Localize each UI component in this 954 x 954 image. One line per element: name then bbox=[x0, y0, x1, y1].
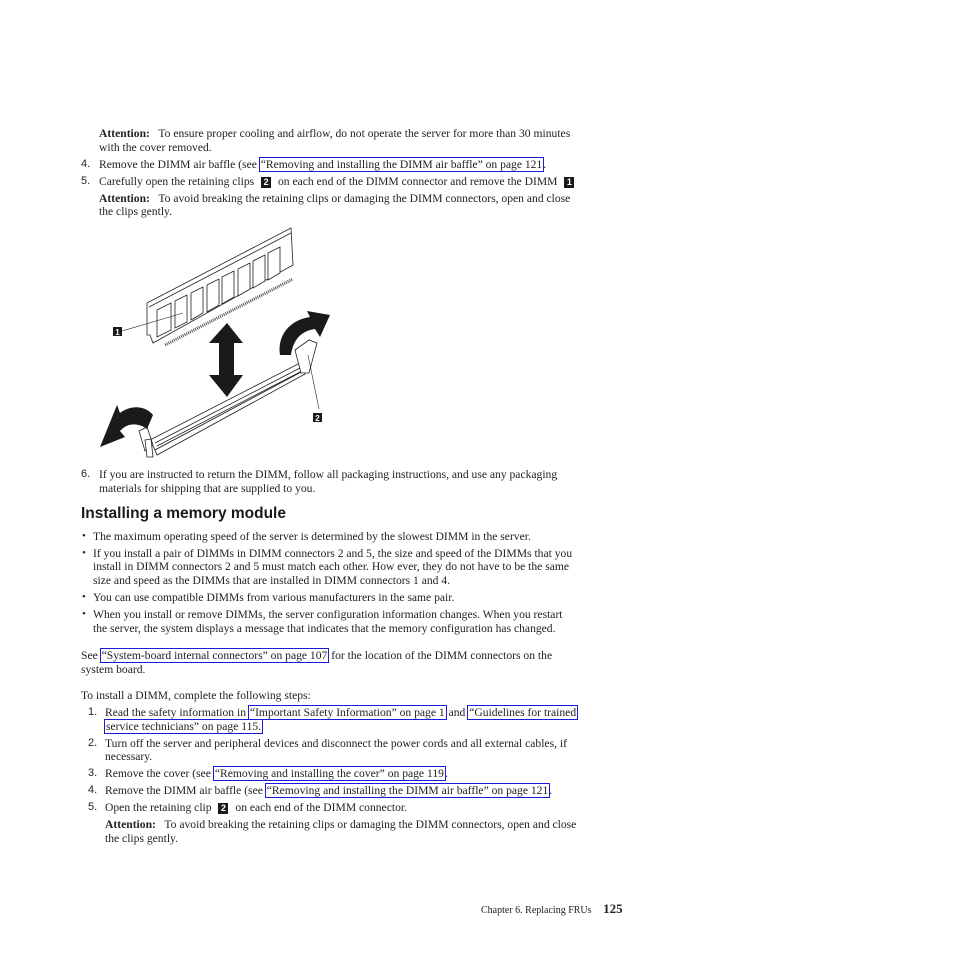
step-text: Remove the DIMM air baffle (see bbox=[99, 158, 260, 171]
attention-note: Attention: To avoid breaking the retaini… bbox=[99, 192, 570, 206]
install-step-1-cont: service technicians” on page 115. bbox=[104, 719, 264, 734]
see-text-end: for the location of the DIMM connectors … bbox=[328, 649, 553, 662]
install-step-1: Read the safety information in “Importan… bbox=[105, 705, 579, 720]
step-number: 4. bbox=[88, 784, 98, 796]
figure-callout-1: 1 bbox=[115, 328, 120, 337]
step-text: and bbox=[445, 706, 469, 719]
link-dimm-air-baffle[interactable]: “Removing and installing the DIMM air ba… bbox=[258, 157, 545, 172]
step-text-end: . bbox=[444, 767, 448, 780]
step-text: Carefully open the retaining clips bbox=[99, 175, 255, 188]
step-text: on each end of the DIMM connector and re… bbox=[278, 175, 558, 188]
step-text: on each end of the DIMM connector. bbox=[235, 801, 407, 814]
bullet-icon: • bbox=[82, 591, 86, 603]
step-number: 3. bbox=[88, 767, 98, 779]
bullet-item: You can use compatible DIMMs from variou… bbox=[93, 591, 455, 604]
attention-text-cont: with the cover removed. bbox=[99, 141, 212, 154]
see-paragraph: See “System-board internal connectors” o… bbox=[81, 648, 553, 663]
link-removing-cover[interactable]: “Removing and installing the cover” on p… bbox=[212, 766, 446, 781]
bullet-icon: • bbox=[82, 547, 86, 559]
bullet-icon: • bbox=[82, 530, 86, 542]
install-step-2: Turn off the server and peripheral devic… bbox=[105, 737, 567, 750]
section-title: Installing a memory module bbox=[81, 505, 286, 522]
step-6-line1: If you are instructed to return the DIMM… bbox=[99, 468, 558, 481]
link-guidelines-trained-technicians[interactable]: “Guidelines for trained bbox=[467, 705, 579, 720]
link-system-board-connectors[interactable]: “System-board internal connectors” on pa… bbox=[99, 648, 330, 663]
page-number: 125 bbox=[603, 901, 623, 916]
install-step-3: Remove the cover (see “Removing and inst… bbox=[105, 766, 448, 781]
install-step-2-cont: necessary. bbox=[105, 750, 153, 763]
step-number: 5. bbox=[88, 801, 98, 813]
step-number: 2. bbox=[88, 737, 98, 749]
step-4: Remove the DIMM air baffle (see “Removin… bbox=[99, 157, 547, 172]
page-footer: Chapter 6. Replacing FRUs 125 bbox=[481, 902, 623, 918]
attention-text-cont: the clips gently. bbox=[105, 832, 178, 845]
attention-text: To avoid breaking the retaining clips or… bbox=[158, 192, 571, 205]
attention-text: To ensure proper cooling and airflow, do… bbox=[158, 127, 571, 140]
step-text: Read the safety information in bbox=[105, 706, 249, 719]
callout-2: 2 bbox=[261, 177, 272, 188]
step-text: Remove the cover (see bbox=[105, 767, 214, 780]
bullet-item: The maximum operating speed of the serve… bbox=[93, 530, 531, 543]
attention-note: Attention: To avoid breaking the retaini… bbox=[105, 818, 576, 832]
attention-label: Attention: bbox=[99, 192, 150, 205]
link-important-safety-info[interactable]: “Important Safety Information” on page 1 bbox=[247, 705, 447, 720]
steps-intro: To install a DIMM, complete the followin… bbox=[81, 689, 311, 702]
step-number: 4. bbox=[81, 158, 91, 170]
bullet-item-cont: the server, the system displays a messag… bbox=[93, 622, 556, 635]
step-text-end: . bbox=[549, 784, 553, 797]
step-text: Remove the DIMM air baffle (see bbox=[105, 784, 266, 797]
step-number: 1. bbox=[88, 706, 98, 718]
install-step-4: Remove the DIMM air baffle (see “Removin… bbox=[105, 783, 553, 798]
callout-2: 2 bbox=[218, 803, 229, 814]
link-dimm-air-baffle-2[interactable]: “Removing and installing the DIMM air ba… bbox=[264, 783, 551, 798]
step-text: Open the retaining clip bbox=[105, 801, 212, 814]
step-6-line2: materials for shipping that are supplied… bbox=[99, 482, 316, 495]
dimm-module-illustration bbox=[146, 227, 294, 347]
install-step-5: Open the retaining clip 2 on each end of… bbox=[105, 801, 407, 815]
dimm-removal-figure: 1 2 bbox=[100, 227, 330, 458]
callout-1: 1 bbox=[564, 177, 575, 188]
attention-label: Attention: bbox=[99, 127, 150, 140]
bullet-item-cont: install in DIMM connectors 2 and 5 must … bbox=[93, 560, 570, 573]
bullet-item-cont: size and speed as the DIMMs that are ins… bbox=[93, 574, 451, 587]
bullet-item: When you install or remove DIMMs, the se… bbox=[93, 608, 563, 621]
step-text-end: . bbox=[543, 158, 547, 171]
bullet-item: If you install a pair of DIMMs in DIMM c… bbox=[93, 547, 573, 560]
step-number: 6. bbox=[81, 468, 91, 480]
step-5: Carefully open the retaining clips 2 on … bbox=[99, 175, 578, 189]
attention-note: Attention: To ensure proper cooling and … bbox=[99, 127, 570, 141]
attention-text: To avoid breaking the retaining clips or… bbox=[164, 818, 577, 831]
see-text: See bbox=[81, 649, 101, 662]
step-number: 5. bbox=[81, 175, 91, 187]
chapter-title: Chapter 6. Replacing FRUs bbox=[481, 905, 592, 916]
attention-text-cont: the clips gently. bbox=[99, 205, 172, 218]
attention-label: Attention: bbox=[105, 818, 156, 831]
double-arrow-icon bbox=[209, 323, 243, 397]
see-paragraph-cont: system board. bbox=[81, 663, 146, 676]
figure-callout-2: 2 bbox=[315, 414, 320, 423]
link-guidelines-trained-technicians-cont[interactable]: service technicians” on page 115. bbox=[104, 719, 264, 734]
bullet-icon: • bbox=[82, 608, 86, 620]
